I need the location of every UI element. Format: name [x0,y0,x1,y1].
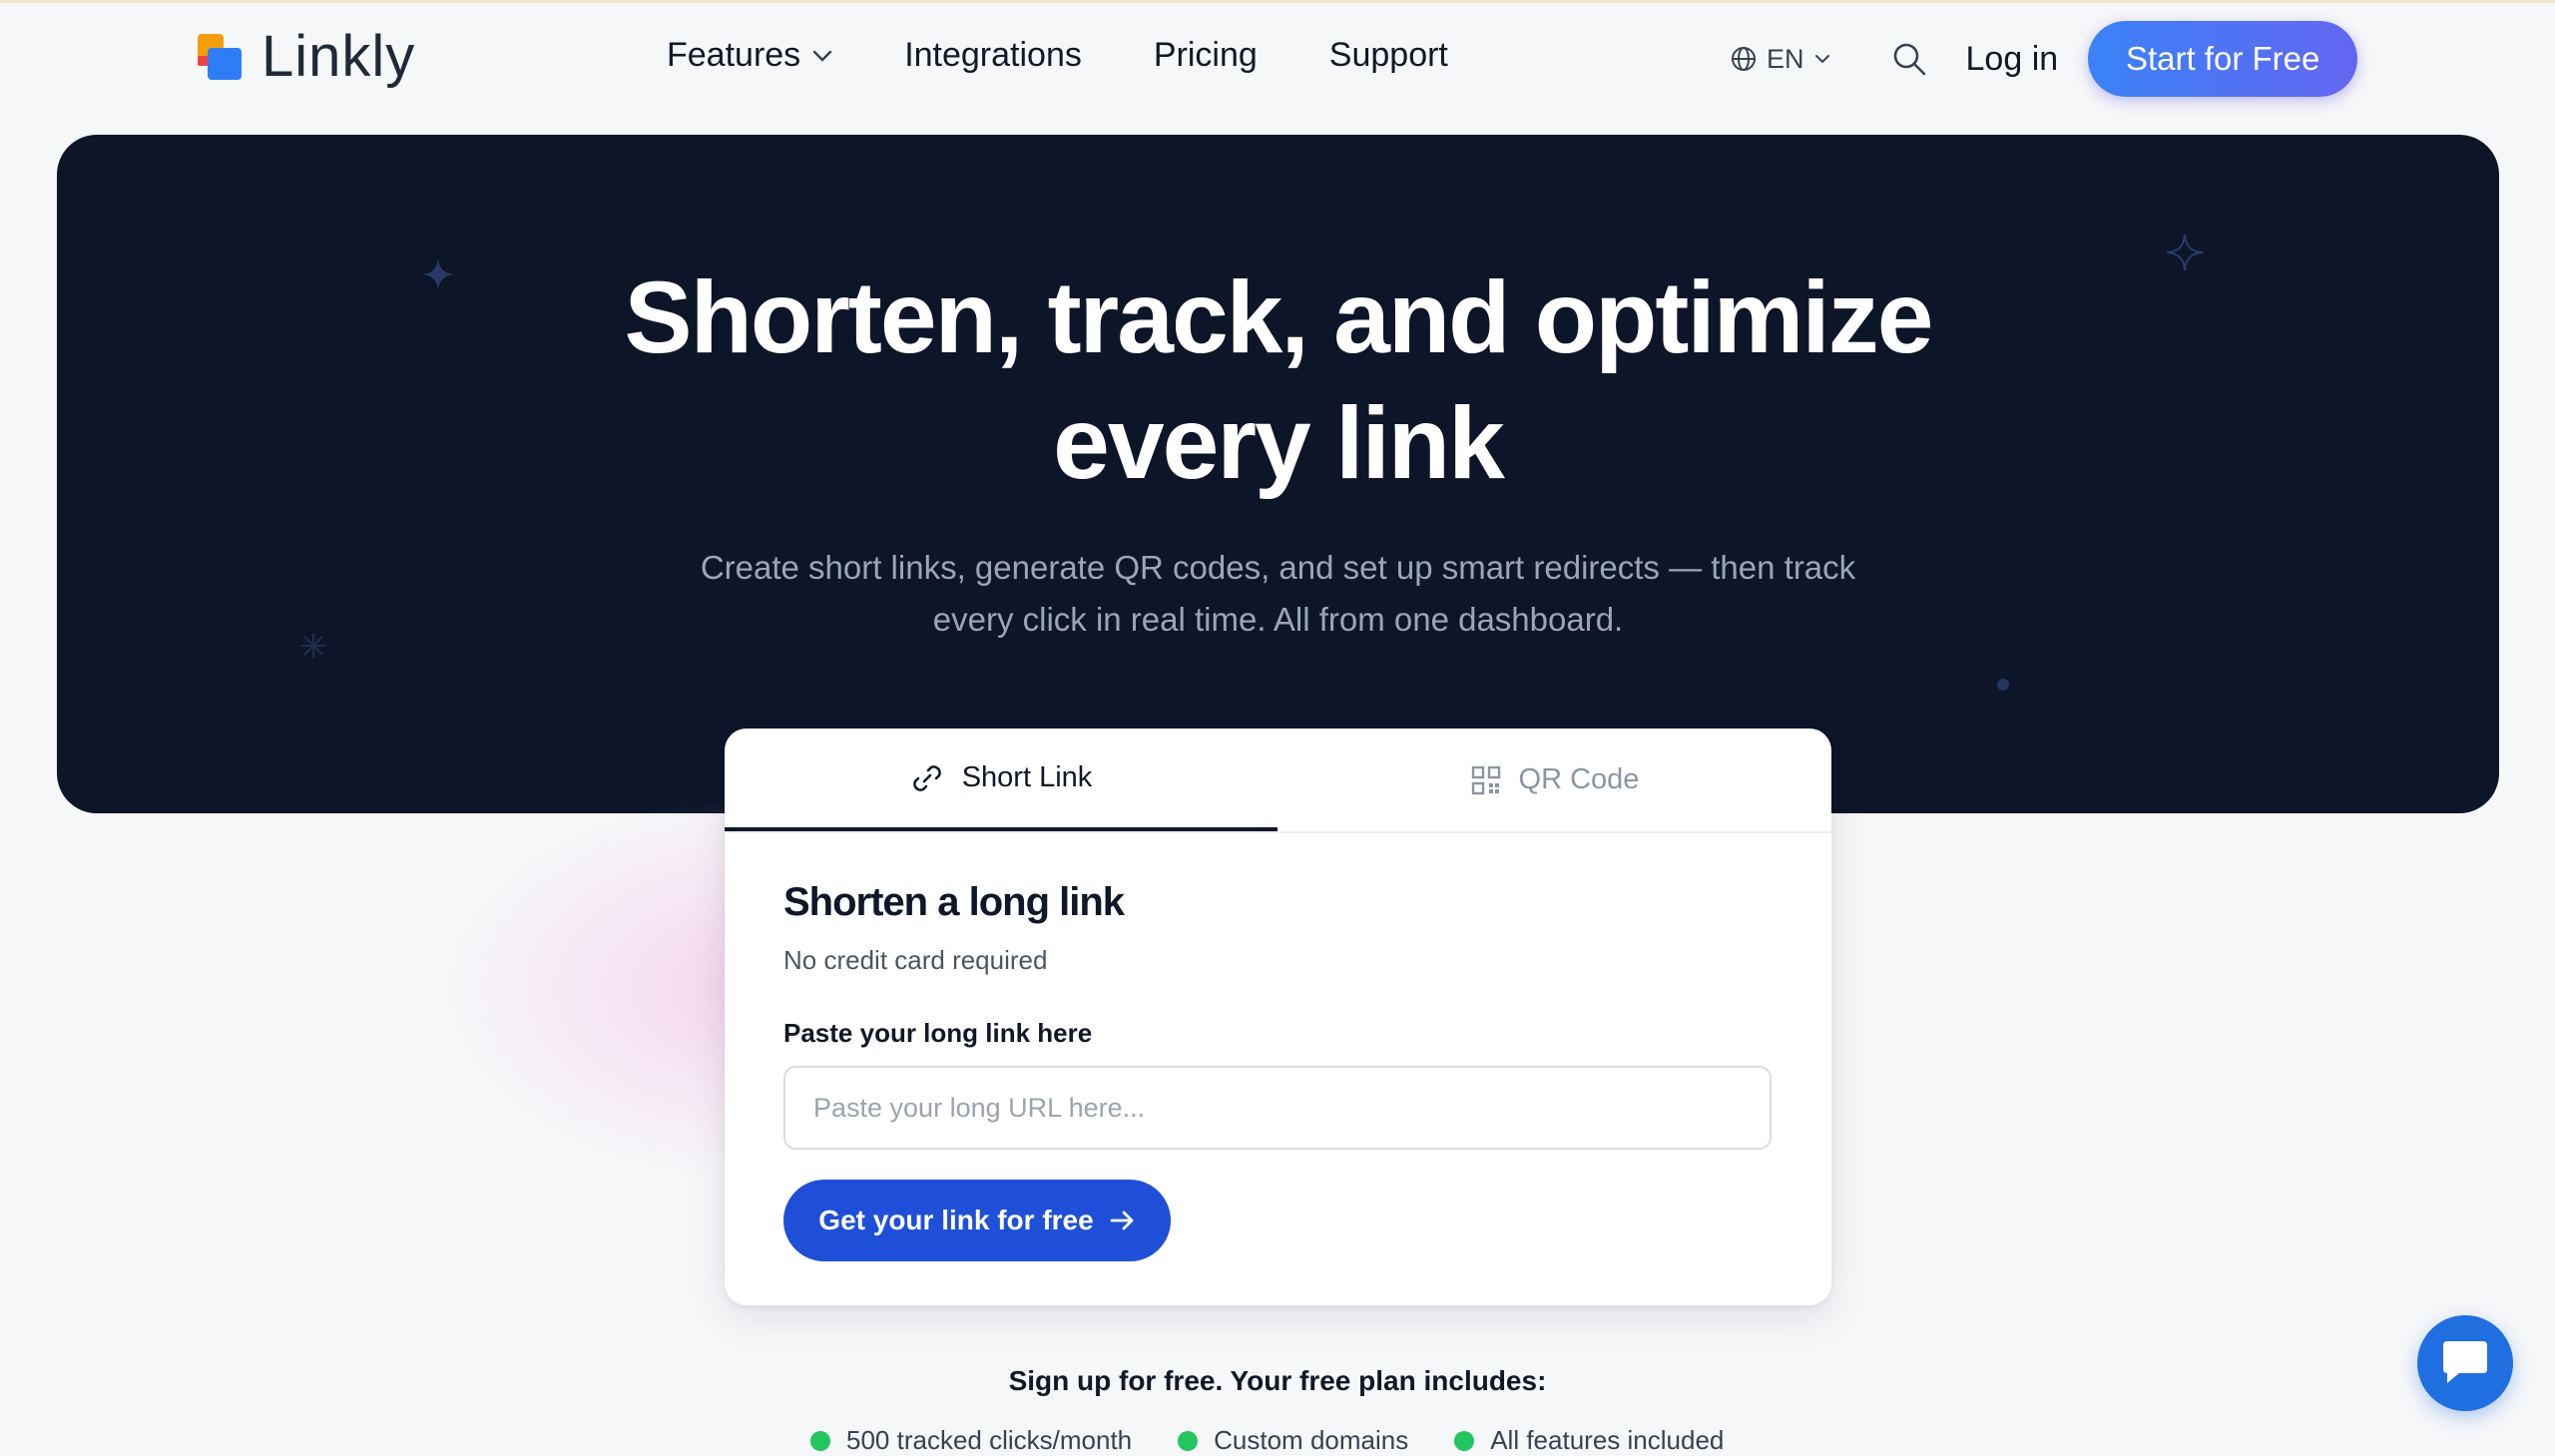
hero-subtitle: Create short links, generate QR codes, a… [57,542,2499,646]
get-link-button[interactable]: Get your link for free [783,1180,1171,1261]
long-url-input[interactable] [783,1066,1772,1150]
get-link-button-label: Get your link for free [818,1205,1094,1235]
main-menu: Features Integrations Pricing Support [667,36,1448,75]
chat-bubble-icon [2443,1341,2487,1383]
logo[interactable]: Linkly [198,23,415,90]
hero-section: Shorten, track, and optimize every link … [57,135,2499,813]
chevron-down-icon [1814,55,1829,64]
feature-item: Custom domains [1178,1425,1408,1456]
hero-subtitle-line-1: Create short links, generate QR codes, a… [700,549,1856,586]
nav-item-pricing[interactable]: Pricing [1154,36,1258,75]
card-tabs: Short Link QR Code [725,728,1831,833]
globe-icon [1732,47,1756,71]
hero-subtitle-line-2: every click in real time. All from one d… [932,601,1624,638]
check-dot-icon [810,1430,830,1451]
decorative-dot [1997,679,2009,691]
top-navigation: Linkly Features Integrations Pricing Sup… [0,3,2555,113]
nav-item-integrations[interactable]: Integrations [904,36,1082,75]
check-dot-icon [1454,1430,1475,1451]
nav-item-label: Integrations [904,36,1082,74]
linkly-logo-icon [198,33,244,80]
start-for-free-button[interactable]: Start for Free [2088,21,2358,97]
chat-widget-button[interactable] [2417,1315,2513,1411]
card-subheading: No credit card required [783,945,1048,975]
brand-name: Linkly [261,24,416,89]
chevron-down-icon [812,50,832,62]
search-icon[interactable] [1890,40,1928,78]
shorten-link-card: Short Link QR Code Shorten a long link N… [725,728,1831,1305]
language-code: EN [1767,43,1804,74]
nav-item-label: Pricing [1153,36,1258,74]
nav-item-support[interactable]: Support [1329,36,1448,75]
feature-item: 500 tracked clicks/month [810,1425,1132,1456]
nav-item-features[interactable]: Features [667,36,832,75]
tab-label: QR Code [1518,763,1640,795]
free-plan-features: 500 tracked clicks/month Custom domains … [810,1425,1724,1456]
arrow-right-icon [1110,1211,1134,1230]
hero-title: Shorten, track, and optimize every link [57,254,2499,506]
hero-title-line-1: Shorten, track, and optimize [624,260,1934,374]
card-heading: Shorten a long link [783,880,1125,924]
language-selector[interactable]: EN [1731,44,1830,75]
check-dot-icon [1178,1430,1199,1451]
feature-label: 500 tracked clicks/month [846,1425,1133,1455]
tab-label: Short Link [961,761,1093,793]
url-input-label: Paste your long link here [783,1018,1093,1048]
signup-text: Sign up for free. Your free plan include… [1008,1365,1547,1396]
feature-label: Custom domains [1214,1425,1409,1455]
nav-item-label: Features [667,36,801,74]
nav-item-label: Support [1328,36,1448,74]
nav-actions: EN Log in Start for Free [1731,21,2358,97]
link-icon [912,764,941,791]
login-link[interactable]: Log in [1966,40,2059,79]
tab-qr-code[interactable]: QR Code [1278,728,1831,831]
hero-title-line-2: every link [1053,386,1505,500]
feature-item: All features included [1454,1425,1724,1456]
feature-label: All features included [1490,1425,1725,1455]
qr-code-icon [1471,765,1500,794]
tab-short-link[interactable]: Short Link [725,728,1278,831]
